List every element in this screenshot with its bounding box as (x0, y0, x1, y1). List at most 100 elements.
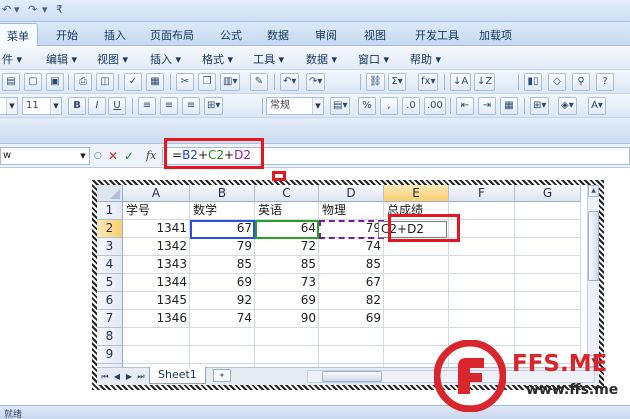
cell-g2[interactable] (515, 220, 581, 238)
currency-icon[interactable]: ▤▾ (330, 97, 351, 115)
spelling-icon[interactable]: ✓ (124, 73, 142, 91)
customize-quick-access-icon[interactable]: ₹ (56, 3, 63, 16)
align-right-icon[interactable]: ≡ (182, 97, 200, 115)
redo-icon[interactable]: ↷ (28, 3, 37, 16)
next-sheet-icon[interactable]: ▶ (123, 370, 135, 383)
zoom-icon[interactable]: ⚲ (572, 73, 590, 91)
cell-e4[interactable] (384, 256, 449, 274)
menu-data[interactable]: 数据 ▾ (306, 51, 337, 67)
tab-page-layout[interactable]: 页面布局 (150, 27, 194, 43)
paste-icon[interactable]: ▥▾ (220, 73, 241, 91)
tab-formulas[interactable]: 公式 (220, 27, 242, 43)
row-header-3[interactable]: 3 (97, 238, 123, 256)
undo-icon[interactable]: ↶ (2, 3, 11, 16)
column-header-f[interactable]: F (449, 185, 515, 202)
cell-f5[interactable] (449, 274, 515, 292)
print-preview-icon[interactable]: ◫ (96, 73, 114, 91)
menu-view[interactable]: 视图 ▾ (97, 51, 128, 67)
row-header-4[interactable]: 4 (97, 256, 123, 274)
header-cell-c1[interactable]: 英语 (255, 202, 319, 220)
merge-center-icon[interactable]: ⊞▾ (204, 97, 224, 115)
chart-wizard-icon[interactable]: ▮▯ (524, 73, 542, 91)
row-header-2[interactable]: 2 (97, 220, 123, 238)
new-file-icon[interactable]: ▤ (2, 73, 20, 91)
header-cell-a1[interactable]: 学号 (123, 202, 190, 220)
data-cell-c6[interactable]: 69 (255, 292, 319, 310)
data-cell-b3[interactable]: 79 (190, 238, 255, 256)
data-cell-d3[interactable]: 74 (319, 238, 384, 256)
data-cell-c7[interactable]: 90 (255, 310, 319, 328)
cell-g5[interactable] (515, 274, 581, 292)
cell-f4[interactable] (449, 256, 515, 274)
cell-e6[interactable] (384, 292, 449, 310)
cell-b8[interactable] (190, 328, 255, 346)
align-center-icon[interactable]: ≡ (160, 97, 178, 115)
cell-f7[interactable] (449, 310, 515, 328)
tab-home[interactable]: 开始 (56, 27, 78, 43)
cell-e5[interactable] (384, 274, 449, 292)
cancel-entry-icon[interactable]: ✕ (108, 149, 118, 163)
data-cell-a2[interactable]: 1341 (123, 220, 190, 238)
last-sheet-icon[interactable]: ⏭ (135, 370, 147, 383)
data-cell-b6[interactable]: 92 (190, 292, 255, 310)
cell-a9[interactable] (123, 346, 190, 364)
row-header-6[interactable]: 6 (97, 292, 123, 310)
header-cell-d1[interactable]: 物理 (319, 202, 384, 220)
column-header-g[interactable]: G (515, 185, 581, 202)
sort-ascending-icon[interactable]: ↓A (450, 73, 472, 91)
research-icon[interactable]: ▦ (146, 73, 164, 91)
cell-c9[interactable] (255, 346, 319, 364)
menu-edit[interactable]: 编辑 ▾ (46, 51, 77, 67)
vertical-scroll-thumb[interactable] (588, 211, 599, 281)
cell-a8[interactable] (123, 328, 190, 346)
tab-developer[interactable]: 开发工具 (415, 27, 459, 43)
cell-g8[interactable] (515, 328, 581, 346)
cell-c8[interactable] (255, 328, 319, 346)
font-color-icon[interactable]: A▾ (588, 97, 606, 115)
data-cell-a4[interactable]: 1343 (123, 256, 190, 274)
quick-access-dropdown-icon[interactable]: ▾ (14, 3, 20, 16)
row-header-8[interactable]: 8 (97, 328, 123, 346)
cell-g6[interactable] (515, 292, 581, 310)
cell-g1[interactable] (515, 202, 581, 220)
column-header-a[interactable]: A (123, 185, 190, 202)
data-cell-b2[interactable]: 67 (190, 220, 255, 238)
italic-button[interactable]: I (88, 97, 106, 115)
tab-add-ins[interactable]: 加载项 (479, 27, 512, 43)
data-cell-a3[interactable]: 1342 (123, 238, 190, 256)
insert-sheet-icon[interactable]: ✦ (213, 369, 231, 382)
menu-window[interactable]: 窗口 ▾ (358, 51, 389, 67)
cell-d8[interactable] (319, 328, 384, 346)
data-cell-c3[interactable]: 72 (255, 238, 319, 256)
first-sheet-icon[interactable]: ⏮ (99, 370, 111, 383)
vertical-scrollbar[interactable]: ▲ ▼ (587, 185, 599, 367)
cell-grid[interactable]: ABCDEFG 12345678910 学号数学英语物理总成绩134167647… (97, 185, 599, 367)
header-cell-b1[interactable]: 数学 (190, 202, 255, 220)
cell-b9[interactable] (190, 346, 255, 364)
tab-menu[interactable]: 菜单 (0, 23, 38, 47)
align-left-icon[interactable]: ≡ (138, 97, 156, 115)
cell-e7[interactable] (384, 310, 449, 328)
confirm-entry-icon[interactable]: ✓ (124, 149, 134, 163)
insert-function-fx-icon[interactable]: fx (146, 149, 156, 162)
data-cell-d2[interactable]: 79 (319, 220, 384, 238)
increase-indent-icon[interactable]: ⇥ (478, 97, 496, 115)
name-box[interactable]: w ▼ (0, 147, 90, 165)
data-cell-a6[interactable]: 1345 (123, 292, 190, 310)
autosum-icon[interactable]: Σ▾ (388, 73, 406, 91)
undo-toolbar-icon[interactable]: ↶▾ (280, 73, 300, 91)
cell-f6[interactable] (449, 292, 515, 310)
quick-access-dropdown-icon[interactable]: ▾ (42, 3, 48, 16)
font-size-combo[interactable]: 11 ▼ (22, 97, 62, 115)
tab-view[interactable]: 视图 (364, 27, 386, 43)
fill-color-icon[interactable]: ◈▾ (558, 97, 577, 115)
underline-button[interactable]: U (108, 97, 126, 115)
redo-toolbar-icon[interactable]: ↷▾ (306, 73, 326, 91)
data-cell-b4[interactable]: 85 (190, 256, 255, 274)
conditional-format-icon[interactable]: ▦ (500, 97, 518, 115)
cell-d9[interactable] (319, 346, 384, 364)
comma-button[interactable]: , (380, 97, 398, 115)
row-header-1[interactable]: 1 (97, 202, 123, 220)
data-cell-a7[interactable]: 1346 (123, 310, 190, 328)
tab-review[interactable]: 审阅 (315, 27, 337, 43)
